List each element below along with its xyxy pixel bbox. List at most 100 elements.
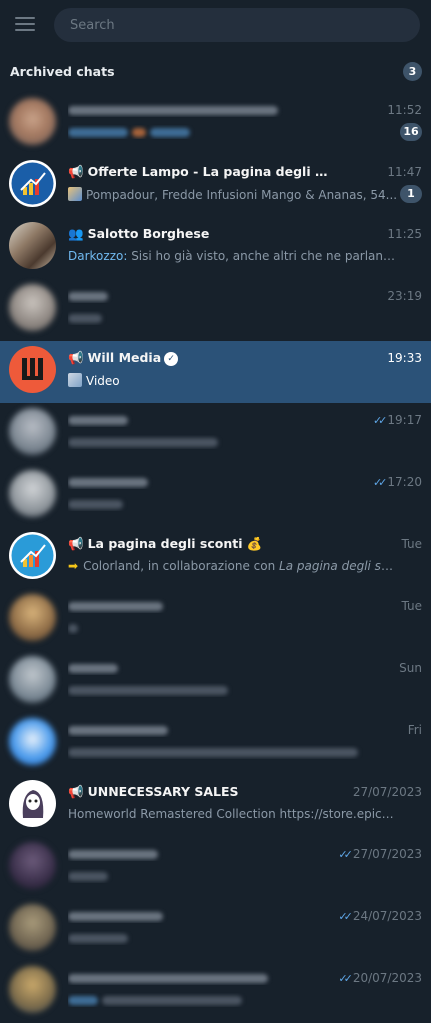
channel-icon: 📢 xyxy=(68,164,84,179)
avatar xyxy=(9,222,56,269)
chat-time: Fri xyxy=(407,723,422,737)
chat-preview-blurred xyxy=(68,435,398,449)
chat-row[interactable]: 📢Offerte Lampo - La pagina degli sconti … xyxy=(0,155,431,217)
chat-name: 📢 UNNECESSARY SALES xyxy=(68,784,239,799)
avatar xyxy=(9,966,56,1013)
image-thumbnail-icon xyxy=(68,187,82,201)
verified-icon: ✓ xyxy=(164,352,179,366)
chat-name-blurred xyxy=(68,846,328,861)
will-media-logo xyxy=(22,358,43,380)
chat-name-blurred xyxy=(68,412,328,427)
chat-preview-blurred xyxy=(68,125,398,139)
chat-list: 11:52 16 📢 Offerte Lampo - La pagina degl… xyxy=(0,93,431,1023)
read-checkmarks-icon: ✓✓ xyxy=(338,848,353,861)
chat-name-blurred xyxy=(68,660,328,675)
chat-time: 11:52 xyxy=(387,103,422,117)
chat-row[interactable]: 23:19 xyxy=(0,279,431,341)
avatar xyxy=(9,98,56,145)
search-input[interactable] xyxy=(54,8,420,42)
chat-name: 📢 Will Media ✓ xyxy=(68,350,328,366)
archived-count-badge: 3 xyxy=(403,62,422,81)
read-checkmarks-icon: ✓✓ xyxy=(338,910,353,923)
archived-chats-header[interactable]: Archived chats 3 xyxy=(0,56,431,86)
archived-chats-title: Archived chats xyxy=(10,64,115,79)
chat-row-selected[interactable]: 📢 Will Media ✓ 19:33 Video xyxy=(0,341,431,403)
avatar xyxy=(9,346,56,393)
chat-time: ✓✓ 20/07/2023 xyxy=(338,971,422,985)
avatar xyxy=(9,780,56,827)
chat-row[interactable]: 📢 La pagina degli sconti 💰 Tue ➡ Colorland… xyxy=(0,527,431,589)
top-bar xyxy=(0,0,431,52)
chat-preview-blurred xyxy=(68,683,398,697)
chat-time: Sun xyxy=(399,661,422,675)
unread-badge: 16 xyxy=(400,123,422,141)
chat-name: 📢 La pagina degli sconti 💰 xyxy=(68,536,263,551)
pagina-sconti-logo xyxy=(11,534,54,577)
chat-time: 19:33 xyxy=(387,351,422,365)
chat-time: 23:19 xyxy=(387,289,422,303)
chat-row[interactable]: Tue xyxy=(0,589,431,651)
avatar xyxy=(9,842,56,889)
chat-name-blurred xyxy=(68,598,328,613)
chat-row[interactable]: 📢 UNNECESSARY SALES 27/07/2023 Homeworld … xyxy=(0,775,431,837)
chat-name-blurred xyxy=(68,102,328,117)
chat-time: 11:25 xyxy=(387,227,422,241)
avatar xyxy=(9,470,56,517)
chat-time: ✓✓ 27/07/2023 xyxy=(338,847,422,861)
chat-time: 11:47 xyxy=(387,165,422,179)
video-thumbnail-icon xyxy=(68,373,82,387)
chat-row[interactable]: 👥 Salotto Borghese 11:25 Darkozzo: Sisi h… xyxy=(0,217,431,279)
chat-preview-blurred xyxy=(68,745,398,759)
chat-row[interactable]: ✓✓ 19:17 xyxy=(0,403,431,465)
chat-name-blurred xyxy=(68,970,328,985)
chat-preview: Homeworld Remastered Collection https://… xyxy=(68,807,398,821)
chat-preview: Darkozzo: Sisi ho già visto, anche altri… xyxy=(68,249,398,263)
chat-preview-blurred xyxy=(68,621,398,635)
avatar xyxy=(9,656,56,703)
chat-time: 27/07/2023 xyxy=(352,785,422,799)
read-checkmarks-icon: ✓✓ xyxy=(372,476,388,489)
chat-preview: Video xyxy=(68,373,398,388)
channel-icon: 📢 xyxy=(68,784,84,799)
chat-preview: Pompadour, Fredde Infusioni Mango & Anan… xyxy=(68,187,398,202)
hamburger-menu-icon[interactable] xyxy=(15,17,37,33)
chat-time: Tue xyxy=(401,537,423,551)
offerte-lampo-logo xyxy=(11,162,54,205)
chat-preview: ➡ Colorland, in collaborazione con La pag… xyxy=(68,559,398,573)
chat-row[interactable]: Sun xyxy=(0,651,431,713)
avatar xyxy=(9,284,56,331)
group-icon: 👥 xyxy=(68,226,84,241)
chat-name-blurred xyxy=(68,474,328,489)
chat-preview-blurred xyxy=(68,311,398,325)
sender-name: Darkozzo: xyxy=(68,249,128,263)
channel-icon: 📢 xyxy=(68,350,84,365)
chat-time: ✓✓ 17:20 xyxy=(372,475,422,489)
unnecessary-sales-logo xyxy=(22,790,44,818)
arrow-right-icon: ➡ xyxy=(68,559,79,573)
chat-row[interactable]: 11:52 16 xyxy=(0,93,431,155)
avatar xyxy=(9,160,56,207)
chat-row[interactable]: ✓✓ 27/07/2023 xyxy=(0,837,431,899)
chat-row[interactable]: ✓✓ 17:20 xyxy=(0,465,431,527)
chat-preview-blurred xyxy=(68,993,398,1007)
avatar xyxy=(9,904,56,951)
chat-name-blurred xyxy=(68,722,328,737)
chat-row[interactable]: ✓✓ 24/07/2023 xyxy=(0,899,431,961)
avatar xyxy=(9,718,56,765)
chat-preview-blurred xyxy=(68,931,398,945)
chat-name: 📢Offerte Lampo - La pagina degli sconti xyxy=(68,164,328,179)
chat-name-blurred xyxy=(68,288,328,303)
unread-badge: 1 xyxy=(400,185,422,203)
chat-time: ✓✓ 24/07/2023 xyxy=(338,909,422,923)
channel-icon: 📢 xyxy=(68,536,84,551)
avatar xyxy=(9,408,56,455)
chat-name-blurred xyxy=(68,908,328,923)
chat-row[interactable]: Fri xyxy=(0,713,431,775)
chat-name: 👥 Salotto Borghese xyxy=(68,226,210,241)
read-checkmarks-icon: ✓✓ xyxy=(338,972,353,985)
chat-row[interactable]: ✓✓ 20/07/2023 xyxy=(0,961,431,1023)
avatar xyxy=(9,532,56,579)
chat-time: ✓✓ 19:17 xyxy=(372,413,422,427)
chat-time: Tue xyxy=(401,599,423,613)
chat-preview-blurred xyxy=(68,497,398,511)
